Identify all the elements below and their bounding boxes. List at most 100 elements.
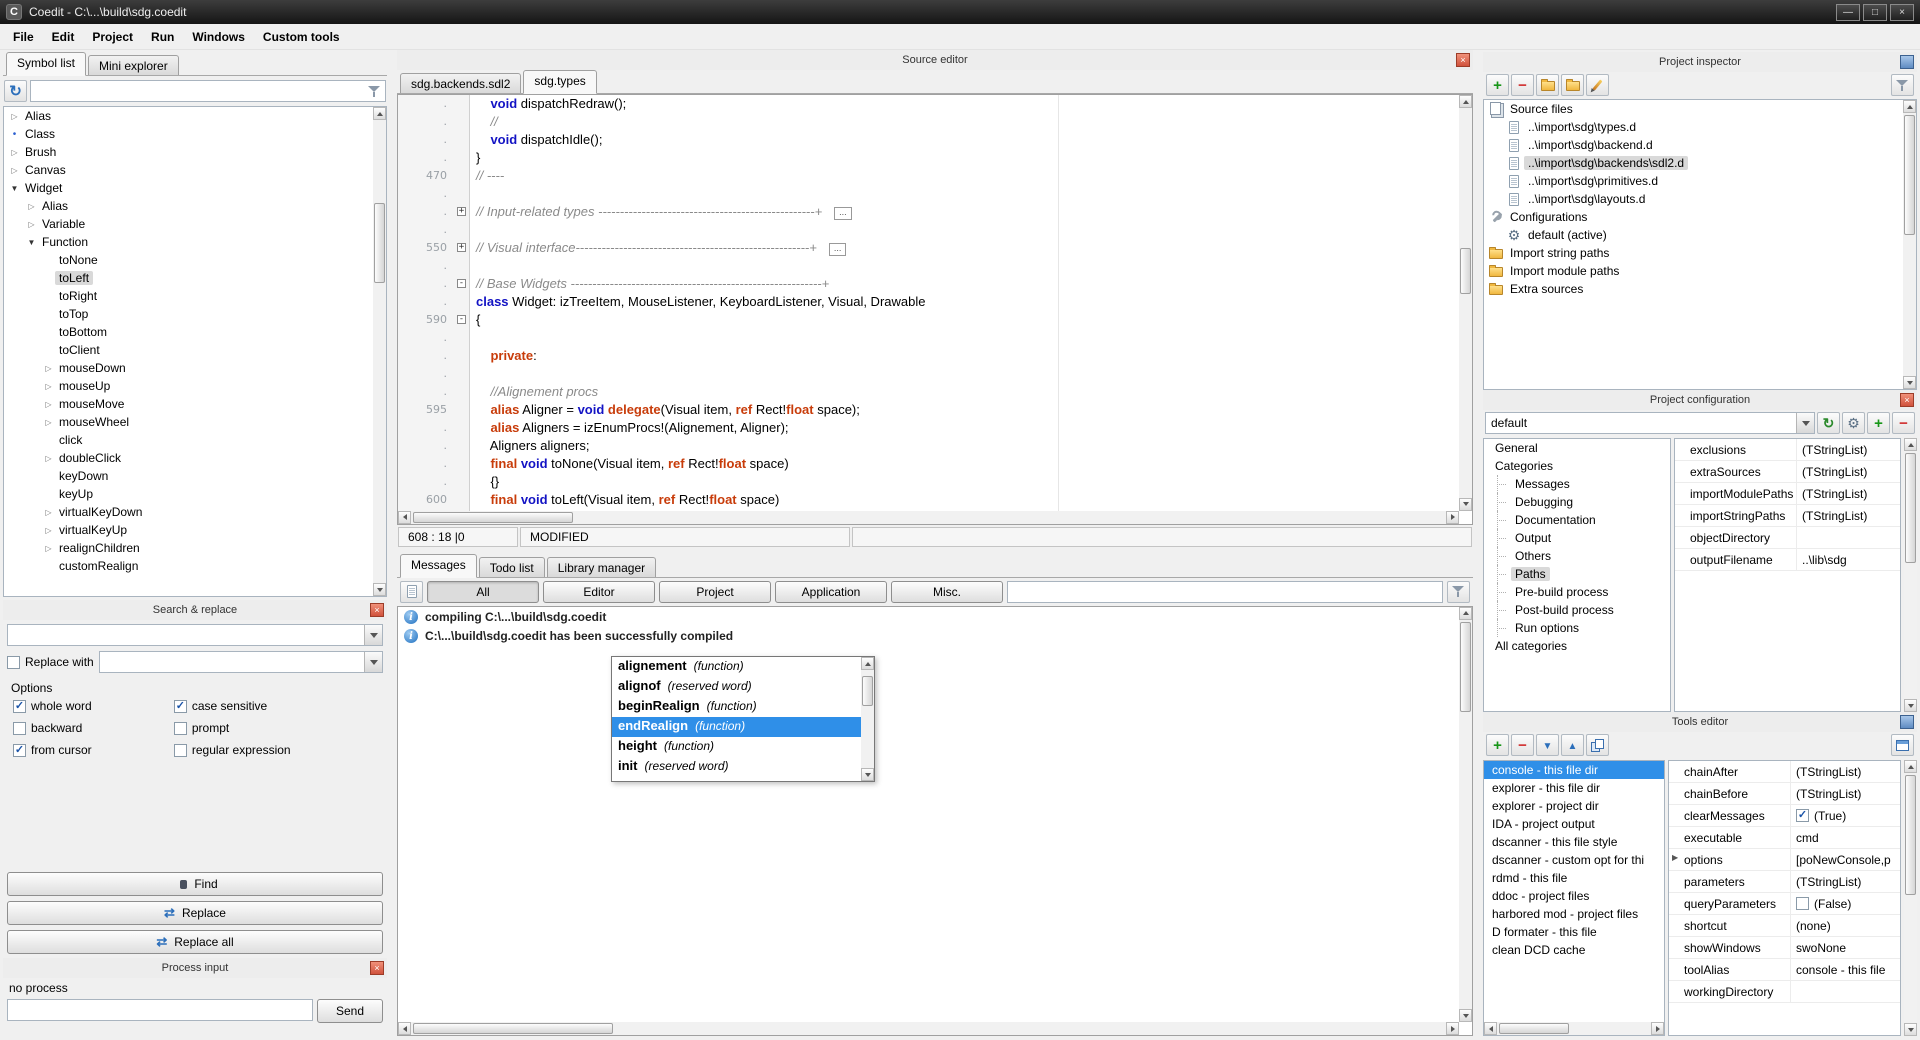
option-regular-expression[interactable]: regular expression [174, 741, 383, 759]
scrollbar-track[interactable] [1903, 113, 1916, 376]
symbol-item-tonone[interactable]: toNone [4, 251, 373, 269]
code-line[interactable]: . alias Aligners = izEnumProcs!(Aligneme… [398, 419, 1459, 437]
folder-add-button[interactable] [1536, 74, 1559, 96]
filter-application[interactable]: Application [775, 581, 887, 603]
dock-tools-icon[interactable] [1900, 715, 1914, 729]
symbol-item-virtualkeydown[interactable]: ▷virtualKeyDown [4, 503, 373, 521]
expand-icon[interactable]: ▷ [25, 202, 38, 211]
search-combo-arrow[interactable] [364, 625, 382, 645]
expand-icon[interactable]: ▷ [42, 364, 55, 373]
code-line[interactable]: . void dispatchRedraw(); [398, 95, 1459, 113]
tool-rdmd-this-file[interactable]: rdmd - this file [1484, 869, 1664, 887]
property-clearmessages[interactable]: clearMessages(True) [1669, 805, 1900, 827]
scrollbar-track[interactable] [1459, 108, 1472, 498]
category-paths[interactable]: Paths [1484, 565, 1670, 583]
replace-term-combo[interactable] [99, 651, 383, 673]
scroll-down-button[interactable] [1459, 498, 1472, 511]
code-line[interactable]: . // [398, 113, 1459, 131]
refresh-symbols-button[interactable] [4, 80, 27, 102]
editor-vertical-scrollbar[interactable] [1459, 95, 1472, 511]
scroll-left-button[interactable] [398, 1022, 411, 1035]
property-importstringpaths[interactable]: importStringPaths(TStringList) [1675, 505, 1900, 527]
editor-area[interactable]: . void dispatchRedraw();. //. void dispa… [397, 94, 1473, 525]
code-line[interactable]: . //Alignement procs [398, 383, 1459, 401]
scrollbar-thumb[interactable] [413, 1023, 613, 1034]
code-line[interactable]: 600 final void toLeft(Visual item, ref R… [398, 491, 1459, 509]
checkbox-whole-word[interactable] [13, 700, 26, 713]
property-shortcut[interactable]: shortcut(none) [1669, 915, 1900, 937]
inspector-item-default-active[interactable]: default (active) [1484, 226, 1903, 244]
tool-clean-dcd-cache[interactable]: clean DCD cache [1484, 941, 1664, 959]
scrollbar-thumb[interactable] [1905, 775, 1916, 895]
code-line[interactable]: 470// ---- [398, 167, 1459, 185]
inspector-item-import-sdg-primitives-d[interactable]: ..\import\sdg\primitives.d [1484, 172, 1903, 190]
scrollbar-track[interactable] [411, 1022, 1446, 1035]
code-line[interactable]: 595 alias Aligner = void delegate(Visual… [398, 401, 1459, 419]
property-outputfilename[interactable]: outputFilename..\lib\sdg [1675, 549, 1900, 571]
symbol-item-doubleclick[interactable]: ▷doubleClick [4, 449, 373, 467]
option-prompt[interactable]: prompt [174, 719, 383, 737]
symbol-item-widget[interactable]: ▼Widget [4, 179, 373, 197]
symbol-item-function[interactable]: ▼Function [4, 233, 373, 251]
remove-button[interactable] [1511, 74, 1534, 96]
property-objectdirectory[interactable]: objectDirectory [1675, 527, 1900, 549]
clone-button[interactable] [1586, 734, 1609, 756]
completion-item-height[interactable]: height(function) [612, 737, 861, 757]
inspector-filter-button[interactable] [1891, 74, 1914, 96]
search-term-combo[interactable] [7, 624, 383, 646]
tool-ida-project-output[interactable]: IDA - project output [1484, 815, 1664, 833]
expand-icon[interactable]: ▷ [8, 112, 21, 121]
option-backward[interactable]: backward [13, 719, 174, 737]
send-button[interactable]: Send [317, 999, 383, 1023]
inspector-scrollbar[interactable] [1903, 100, 1916, 389]
menu-run[interactable]: Run [142, 26, 183, 48]
tools-scrollbar[interactable] [1904, 760, 1917, 1036]
code-line[interactable]: . [398, 365, 1459, 383]
completion-item-alignement[interactable]: alignement(function) [612, 657, 861, 677]
tools-window-button[interactable] [1891, 734, 1914, 756]
tab-todo-list[interactable]: Todo list [479, 557, 545, 577]
configuration-selector[interactable]: default [1485, 412, 1815, 434]
tool-explorer-this-file-dir[interactable]: explorer - this file dir [1484, 779, 1664, 797]
symbol-item-alias[interactable]: ▷Alias [4, 197, 373, 215]
scroll-down-button[interactable] [1904, 699, 1917, 712]
scrollbar-track[interactable] [1904, 773, 1917, 1023]
move-down-button[interactable] [1536, 734, 1559, 756]
minimize-button[interactable]: — [1836, 4, 1860, 21]
close-configuration-icon[interactable]: × [1900, 393, 1914, 407]
completion-scrollbar[interactable] [861, 657, 874, 781]
scroll-down-button[interactable] [861, 768, 874, 781]
property-importmodulepaths[interactable]: importModulePaths(TStringList) [1675, 483, 1900, 505]
add-button[interactable] [1867, 412, 1890, 434]
inspector-item-configurations[interactable]: Configurations [1484, 208, 1903, 226]
add-button[interactable] [1486, 74, 1509, 96]
inspector-item-import-sdg-layouts-d[interactable]: ..\import\sdg\layouts.d [1484, 190, 1903, 208]
expand-icon[interactable]: ▷ [42, 508, 55, 517]
add-button[interactable] [1486, 734, 1509, 756]
property-options[interactable]: ▶options[poNewConsole,p [1669, 849, 1900, 871]
expand-icon[interactable]: ▶ [1672, 853, 1678, 862]
symbol-filter-input[interactable] [35, 81, 368, 101]
fold-collapse-icon[interactable]: - [457, 315, 466, 324]
category-documentation[interactable]: Documentation [1484, 511, 1670, 529]
symbol-item-class[interactable]: •Class [4, 125, 373, 143]
scroll-up-button[interactable] [1904, 760, 1917, 773]
inspector-item-extra-sources[interactable]: Extra sources [1484, 280, 1903, 298]
tool-dscanner-this-file-style[interactable]: dscanner - this file style [1484, 833, 1664, 851]
messages-filter-input[interactable] [1012, 582, 1438, 602]
category-messages[interactable]: Messages [1484, 475, 1670, 493]
messages-vertical-scrollbar[interactable] [1459, 607, 1472, 1023]
filter-misc[interactable]: Misc. [891, 581, 1003, 603]
code-line[interactable]: .+// Input-related types ---------------… [398, 203, 1459, 221]
filter-funnel-icon[interactable] [368, 85, 381, 98]
property-toolalias[interactable]: toolAliasconsole - this file [1669, 959, 1900, 981]
expand-icon[interactable]: ▷ [42, 400, 55, 409]
symbol-tree-scrollbar[interactable] [373, 107, 386, 596]
scrollbar-thumb[interactable] [1499, 1023, 1569, 1034]
message-row[interactable]: iC:\...\build\sdg.coedit has been succes… [398, 626, 1472, 645]
symbol-item-variable[interactable]: ▷Variable [4, 215, 373, 233]
expand-icon[interactable]: ▷ [8, 148, 21, 157]
sync-button[interactable] [1817, 412, 1840, 434]
scroll-up-button[interactable] [1459, 607, 1472, 620]
symbol-item-realignchildren[interactable]: ▷realignChildren [4, 539, 373, 557]
